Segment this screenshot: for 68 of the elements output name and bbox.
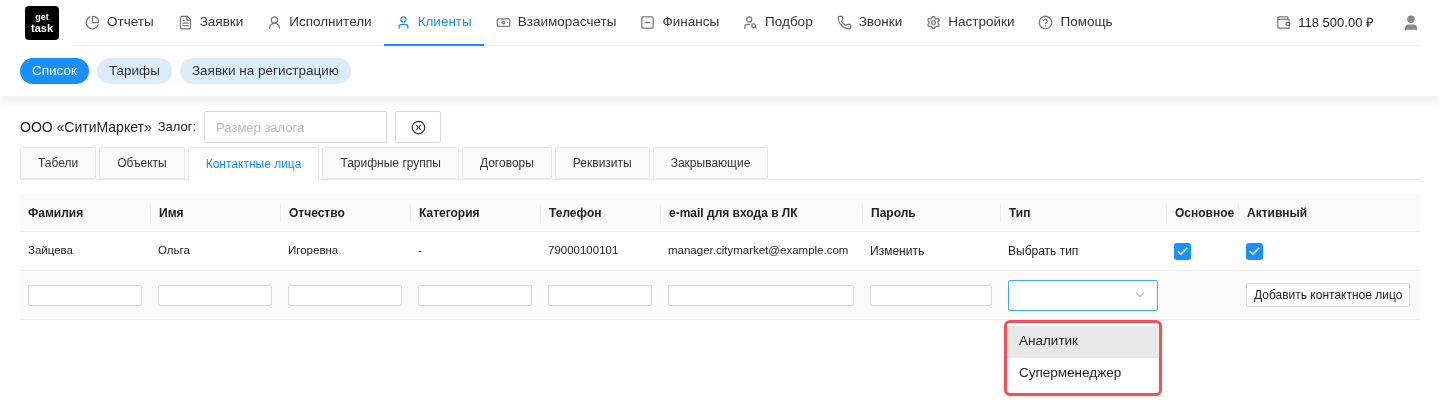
table-cell-text: Игоревна bbox=[288, 243, 339, 259]
check-icon bbox=[1248, 244, 1261, 258]
nav-tab[interactable]: Исполнители bbox=[255, 0, 384, 46]
nav-tab[interactable]: Отчеты bbox=[73, 0, 166, 46]
settings-icon bbox=[926, 14, 942, 30]
column-header: Имя bbox=[150, 203, 280, 222]
choose-type-link[interactable]: Выбрать тип bbox=[1008, 244, 1079, 258]
column-header: Телефон bbox=[540, 203, 660, 222]
column-header: Категория bbox=[410, 203, 540, 222]
column-header: Фамилия bbox=[27, 204, 85, 222]
person-search-icon bbox=[743, 14, 759, 30]
change-password-link[interactable]: Изменить bbox=[870, 244, 925, 258]
person-icon bbox=[395, 14, 411, 30]
balance[interactable]: 118 500.00 ₽ bbox=[1276, 0, 1374, 45]
tab[interactable]: Тарифные группы bbox=[322, 147, 459, 179]
user-icon bbox=[1402, 13, 1420, 32]
nav-tab[interactable]: Звонки bbox=[824, 0, 915, 46]
nav-tab[interactable]: Подбор bbox=[731, 0, 825, 46]
type-select[interactable] bbox=[1008, 279, 1158, 311]
input-field[interactable] bbox=[870, 284, 992, 306]
column-header: Тип bbox=[1000, 203, 1166, 222]
tab[interactable]: Объекты bbox=[99, 147, 185, 179]
table-cell-text: 79000100101 bbox=[548, 243, 619, 259]
checkbox[interactable] bbox=[1174, 242, 1191, 260]
nav-tab[interactable]: Взаиморасчеты bbox=[483, 0, 629, 46]
input-field[interactable] bbox=[158, 284, 272, 306]
add-contact-button[interactable]: Добавить контактное лицо bbox=[1246, 283, 1411, 307]
table-cell-text: Зайцева bbox=[28, 243, 73, 259]
table-cell-text: manager.citymarket@example.com bbox=[668, 243, 849, 259]
column-header: e-mail для входа в ЛК bbox=[660, 203, 862, 222]
tab[interactable]: Реквизиты bbox=[554, 147, 650, 179]
clear-icon bbox=[410, 119, 426, 135]
nav-tab[interactable]: Помощь bbox=[1026, 0, 1125, 46]
logo-text: get bbox=[35, 12, 49, 23]
column-header: Основное bbox=[1166, 203, 1238, 222]
column-header: Отчество bbox=[280, 203, 410, 222]
pie-chart-icon bbox=[85, 14, 100, 30]
nav-tab[interactable]: Настройки bbox=[914, 0, 1027, 46]
sub-tab[interactable]: Заявки на регистрацию bbox=[179, 58, 351, 84]
deposit-label: Залог: bbox=[157, 118, 197, 137]
logo[interactable]: get task bbox=[25, 6, 59, 40]
tab[interactable]: Табели bbox=[20, 147, 97, 179]
dropdown-option[interactable]: Аналитик bbox=[1007, 325, 1159, 358]
input-field[interactable] bbox=[418, 284, 532, 306]
help-icon bbox=[1038, 14, 1054, 30]
input-field[interactable] bbox=[288, 284, 402, 306]
column-header: Пароль bbox=[862, 203, 1000, 222]
clear-button[interactable] bbox=[395, 111, 442, 143]
checkbox[interactable] bbox=[1246, 242, 1263, 260]
phone-icon bbox=[836, 14, 852, 30]
input-field[interactable] bbox=[548, 284, 652, 306]
wallet-icon bbox=[1276, 15, 1292, 30]
document-icon bbox=[177, 14, 193, 30]
sub-tab[interactable]: Тарифы bbox=[96, 58, 172, 84]
tab[interactable]: Договоры bbox=[461, 147, 552, 179]
nav-tab[interactable]: Финансы bbox=[628, 0, 732, 46]
nav-tab[interactable]: Заявки bbox=[165, 0, 256, 46]
dropdown-option[interactable]: Суперменеджер bbox=[1007, 357, 1159, 390]
logo-text: task bbox=[31, 23, 53, 34]
tab[interactable]: Закрывающие bbox=[652, 147, 769, 179]
column-header: Активный bbox=[1238, 203, 1420, 222]
table-cell-text: Ольга bbox=[158, 243, 190, 259]
check-icon bbox=[1176, 244, 1189, 258]
client-name: ООО «СитиМаркет» bbox=[20, 117, 152, 137]
input-field[interactable] bbox=[28, 284, 142, 306]
input-field[interactable] bbox=[668, 284, 854, 306]
table-cell-text: - bbox=[418, 243, 422, 259]
deposit-field[interactable]: Размер залога bbox=[204, 111, 388, 143]
